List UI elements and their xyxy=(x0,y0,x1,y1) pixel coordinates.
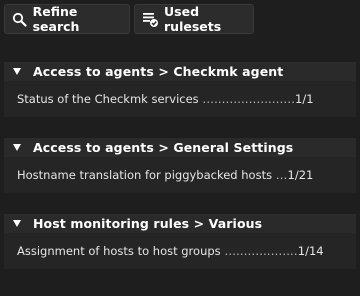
group-header[interactable]: Access to agents > Checkmk agent xyxy=(4,62,356,81)
ruleset-link[interactable]: Hostname translation for piggybacked hos… xyxy=(17,168,313,182)
ruleset-link[interactable]: Assignment of hosts to host groups .....… xyxy=(17,244,324,258)
used-rulesets-button[interactable]: Used rulesets xyxy=(134,4,254,34)
collapse-triangle-icon[interactable] xyxy=(13,220,21,227)
ruleset-name: Assignment of hosts to host groups xyxy=(17,244,221,258)
rulesets-check-icon xyxy=(141,10,159,28)
ruleset-group-various: Host monitoring rules > Various Assignme… xyxy=(4,214,356,269)
ruleset-row: Assignment of hosts to host groups .....… xyxy=(4,233,356,269)
group-header[interactable]: Access to agents > General Settings xyxy=(4,138,356,157)
leader-dots: ........................ xyxy=(198,92,296,106)
search-icon xyxy=(11,10,28,28)
refine-search-label: Refine search xyxy=(32,4,80,34)
leader-dots: ... xyxy=(272,168,288,182)
group-header[interactable]: Host monitoring rules > Various xyxy=(4,214,356,233)
used-rulesets-label: Used rulesets xyxy=(164,4,222,34)
group-title: Access to agents > Checkmk agent xyxy=(33,64,284,79)
ruleset-row: Status of the Checkmk services .........… xyxy=(4,81,356,117)
toolbar: Refine search Used rulesets xyxy=(4,4,254,34)
ruleset-count: 1/21 xyxy=(287,168,314,182)
leader-dots: ................... xyxy=(220,244,298,258)
ruleset-link[interactable]: Status of the Checkmk services .........… xyxy=(17,92,314,106)
ruleset-name: Hostname translation for piggybacked hos… xyxy=(17,168,273,182)
group-title: Host monitoring rules > Various xyxy=(33,216,263,231)
ruleset-row: Hostname translation for piggybacked hos… xyxy=(4,157,356,193)
refine-search-button[interactable]: Refine search xyxy=(4,4,130,34)
collapse-triangle-icon[interactable] xyxy=(13,144,21,151)
ruleset-group-checkmk-agent: Access to agents > Checkmk agent Status … xyxy=(4,62,356,117)
group-title: Access to agents > General Settings xyxy=(33,140,294,155)
ruleset-count: 1/1 xyxy=(295,92,314,106)
ruleset-name: Status of the Checkmk services xyxy=(17,92,199,106)
ruleset-count: 1/14 xyxy=(297,244,324,258)
collapse-triangle-icon[interactable] xyxy=(13,68,21,75)
ruleset-group-general-settings: Access to agents > General Settings Host… xyxy=(4,138,356,193)
